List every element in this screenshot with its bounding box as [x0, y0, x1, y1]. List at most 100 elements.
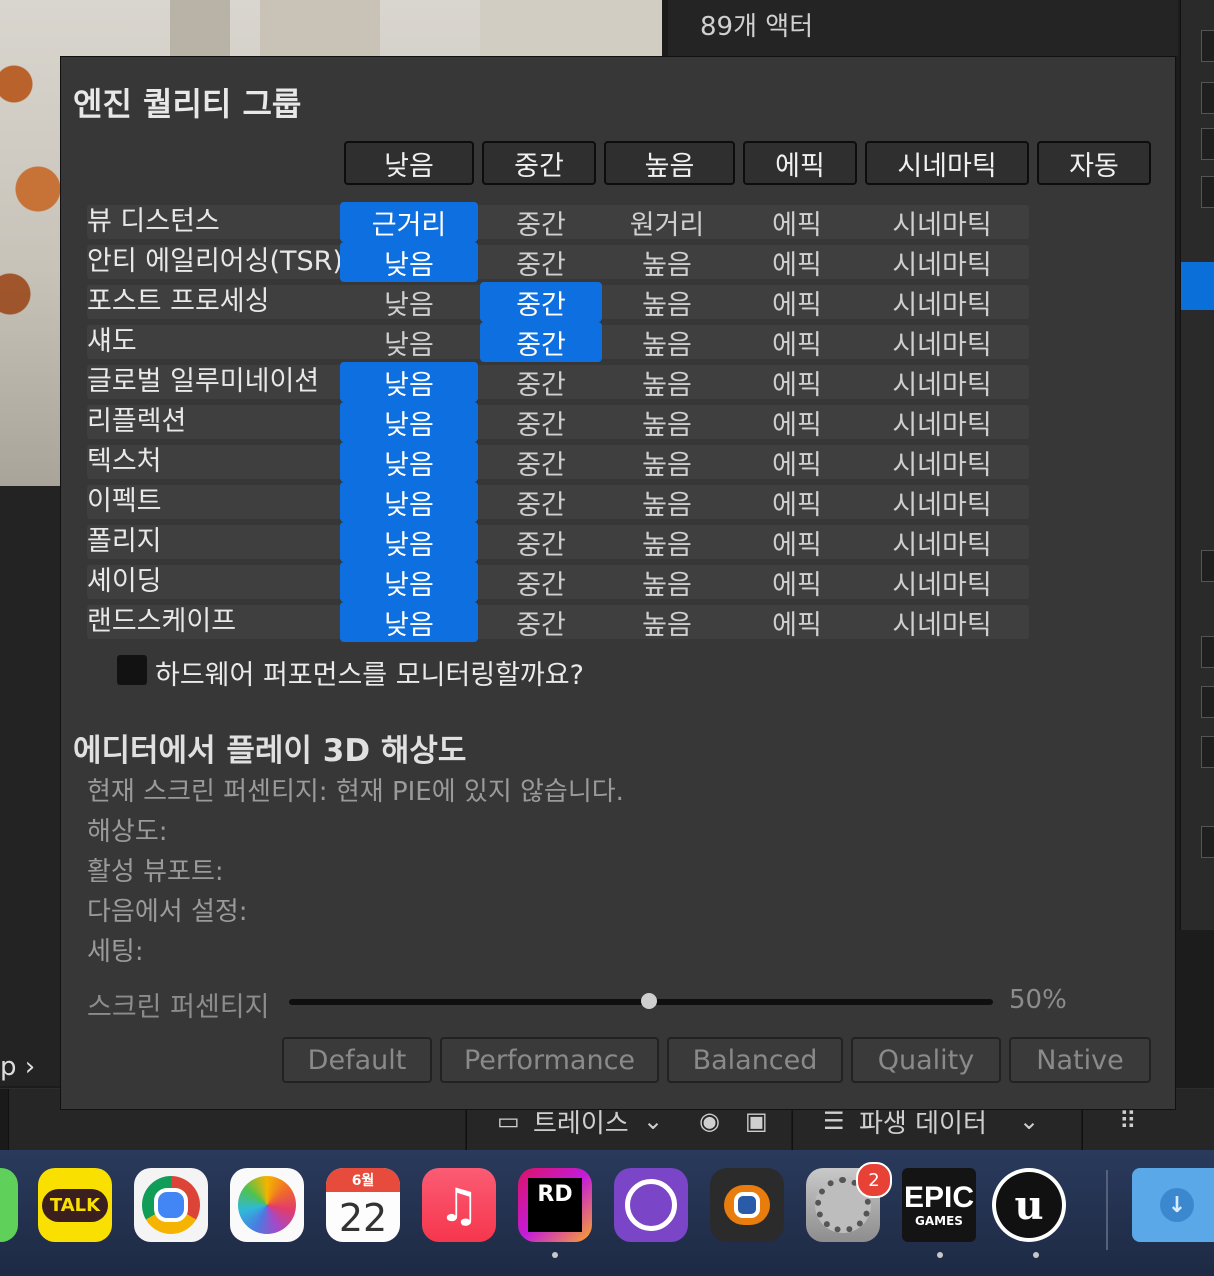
quality-option[interactable]: 중간 [480, 362, 602, 402]
default-button[interactable]: Default [282, 1037, 432, 1083]
stats-icon[interactable]: ▣ [745, 1107, 768, 1135]
epic-games-launcher-app-icon[interactable]: EPIC GAMES [902, 1168, 976, 1242]
quality-option[interactable]: 시네마틱 [862, 562, 1022, 602]
quality-option[interactable]: 낮음 [340, 562, 478, 602]
quality-option[interactable]: 에픽 [740, 402, 854, 442]
quality-option[interactable]: 높음 [602, 322, 732, 362]
quality-option[interactable]: 시네마틱 [862, 522, 1022, 562]
quality-option[interactable]: 에픽 [740, 522, 854, 562]
unreal-engine-app-icon[interactable]: u [992, 1168, 1066, 1242]
quality-option[interactable]: 높음 [602, 242, 732, 282]
rider-app-icon[interactable]: RD [518, 1168, 592, 1242]
performance-button[interactable]: Performance [440, 1037, 659, 1083]
quality-option[interactable]: 중간 [480, 522, 602, 562]
property-field[interactable] [1201, 736, 1214, 768]
quality-option[interactable]: 에픽 [740, 282, 854, 322]
quality-option[interactable]: 시네마틱 [862, 602, 1022, 642]
quality-option[interactable]: 원거리 [602, 202, 732, 242]
quality-option[interactable]: 낮음 [340, 322, 478, 362]
quality-option[interactable]: 높음 [602, 562, 732, 602]
github-desktop-app-icon[interactable] [614, 1168, 688, 1242]
quality-option[interactable]: 중간 [480, 202, 602, 242]
quality-option[interactable]: 높음 [602, 362, 732, 402]
quality-option[interactable]: 시네마틱 [862, 362, 1022, 402]
quality-option[interactable]: 높음 [602, 402, 732, 442]
quality-option[interactable]: 시네마틱 [862, 322, 1022, 362]
quality-option[interactable]: 낮음 [340, 442, 478, 482]
property-field[interactable] [1201, 686, 1214, 718]
property-field[interactable] [1201, 176, 1214, 208]
quality-option[interactable]: 중간 [480, 242, 602, 282]
quality-option[interactable]: 낮음 [340, 282, 478, 322]
property-field[interactable] [1201, 826, 1214, 858]
quality-option[interactable]: 중간 [480, 482, 602, 522]
preset-auto-button[interactable]: 자동 [1037, 141, 1151, 185]
quality-option[interactable]: 높음 [602, 522, 732, 562]
quality-button[interactable]: Quality [851, 1037, 1001, 1083]
property-field[interactable] [1201, 30, 1214, 62]
quality-option[interactable]: 시네마틱 [862, 282, 1022, 322]
kakaotalk-app-icon[interactable]: TALK [38, 1168, 112, 1242]
quality-option[interactable]: 중간 [480, 562, 602, 602]
quality-option[interactable]: 에픽 [740, 602, 854, 642]
quality-row: 셰이딩 낮음 중간 높음 에픽 시네마틱 [87, 562, 1029, 602]
chevron-down-icon[interactable]: ⌄ [1019, 1107, 1039, 1135]
monitor-performance-checkbox[interactable] [117, 655, 147, 685]
quality-option[interactable]: 에픽 [740, 562, 854, 602]
messages-app-icon[interactable] [0, 1168, 18, 1242]
quality-option[interactable]: 중간 [480, 322, 602, 362]
quality-option[interactable]: 시네마틱 [862, 242, 1022, 282]
quality-option[interactable]: 중간 [480, 402, 602, 442]
calendar-app-icon[interactable]: 6월 22 [326, 1168, 400, 1242]
quality-option[interactable]: 높음 [602, 482, 732, 522]
quality-option[interactable]: 에픽 [740, 322, 854, 362]
preset-low-button[interactable]: 낮음 [344, 141, 474, 185]
quality-option[interactable]: 낮음 [340, 602, 478, 642]
chevron-down-icon[interactable]: ⌄ [643, 1107, 663, 1135]
quality-option[interactable]: 중간 [480, 442, 602, 482]
quality-option[interactable]: 중간 [480, 602, 602, 642]
slider-thumb[interactable] [641, 993, 657, 1009]
quality-option[interactable]: 시네마틱 [862, 482, 1022, 522]
quality-option[interactable]: 에픽 [740, 482, 854, 522]
native-button[interactable]: Native [1009, 1037, 1151, 1083]
property-field[interactable] [1201, 128, 1214, 160]
trace-icon[interactable]: ▭ [497, 1107, 520, 1135]
record-icon[interactable]: ◉ [699, 1107, 720, 1135]
quality-option[interactable]: 낮음 [340, 522, 478, 562]
preset-cinematic-button[interactable]: 시네마틱 [865, 141, 1029, 185]
quality-option[interactable]: 에픽 [740, 242, 854, 282]
blender-app-icon[interactable] [710, 1168, 784, 1242]
breadcrumb[interactable]: p › [0, 1052, 35, 1082]
quality-option[interactable]: 낮음 [340, 482, 478, 522]
property-field[interactable] [1201, 636, 1214, 668]
preset-medium-button[interactable]: 중간 [482, 141, 596, 185]
quality-option[interactable]: 높음 [602, 442, 732, 482]
selected-item[interactable] [1181, 262, 1214, 310]
grid-icon[interactable]: ⠿ [1119, 1107, 1137, 1135]
quality-option[interactable]: 시네마틱 [862, 402, 1022, 442]
quality-option[interactable]: 에픽 [740, 442, 854, 482]
quality-option[interactable]: 시네마틱 [862, 442, 1022, 482]
quality-option[interactable]: 낮음 [340, 242, 478, 282]
preset-high-button[interactable]: 높음 [604, 141, 735, 185]
property-field[interactable] [1201, 82, 1214, 114]
quality-option[interactable]: 높음 [602, 602, 732, 642]
quality-option[interactable]: 에픽 [740, 362, 854, 402]
quality-option[interactable]: 높음 [602, 282, 732, 322]
photos-app-icon[interactable] [230, 1168, 304, 1242]
server-icon[interactable]: ☰ [823, 1107, 845, 1135]
preset-epic-button[interactable]: 에픽 [743, 141, 857, 185]
quality-option[interactable]: 시네마틱 [862, 202, 1022, 242]
music-app-icon[interactable]: ♫ [422, 1168, 496, 1242]
quality-option[interactable]: 에픽 [740, 202, 854, 242]
balanced-button[interactable]: Balanced [667, 1037, 843, 1083]
property-field[interactable] [1201, 550, 1214, 582]
downloads-folder-icon[interactable]: ↓ [1132, 1168, 1214, 1242]
quality-option[interactable]: 낮음 [340, 402, 478, 442]
quality-row: 이펙트 낮음 중간 높음 에픽 시네마틱 [87, 482, 1029, 522]
quality-option[interactable]: 낮음 [340, 362, 478, 402]
quality-option[interactable]: 근거리 [340, 202, 478, 242]
chrome-app-icon[interactable] [134, 1168, 208, 1242]
quality-option[interactable]: 중간 [480, 282, 602, 322]
